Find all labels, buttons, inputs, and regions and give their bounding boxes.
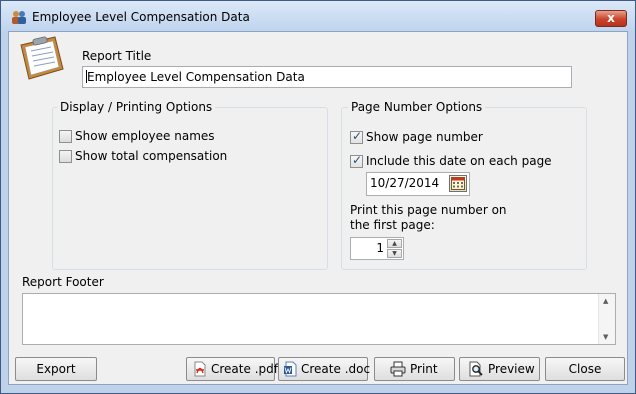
create-pdf-button[interactable]: Create .pdf — [186, 357, 278, 381]
footer-scrollbar[interactable]: ▲ ▼ — [598, 294, 615, 344]
spinner-value: 1 — [376, 241, 384, 255]
dialog-window: Employee Level Compensation Data x Repor… — [0, 0, 636, 394]
spinner-down-button[interactable]: ▼ — [387, 249, 402, 258]
show-total-compensation-checkbox[interactable]: Show total compensation — [59, 149, 259, 164]
window-title: Employee Level Compensation Data — [32, 10, 250, 24]
word-doc-icon — [284, 361, 297, 377]
people-icon — [12, 11, 26, 24]
calendar-button[interactable] — [449, 175, 467, 192]
display-options-title: Display / Printing Options — [57, 100, 216, 114]
preview-button[interactable]: Preview — [459, 357, 540, 381]
window-close-button[interactable]: x — [595, 10, 627, 27]
checkbox-box[interactable] — [59, 150, 72, 163]
scroll-up-arrow-icon[interactable]: ▲ — [603, 297, 608, 305]
create-doc-button[interactable]: Create .doc — [278, 357, 371, 381]
scroll-down-arrow-icon[interactable]: ▼ — [603, 333, 608, 341]
first-page-number-label: Print this page number on the first page… — [350, 203, 507, 232]
close-button[interactable]: Close — [545, 357, 625, 381]
checkbox-label: Show employee names — [75, 129, 215, 143]
show-employee-names-checkbox[interactable]: Show employee names — [59, 129, 259, 144]
report-title-input[interactable]: Employee Level Compensation Data — [82, 66, 572, 88]
print-label: Print — [410, 362, 438, 376]
checkbox-box[interactable] — [59, 130, 72, 143]
check-icon: ✓ — [352, 129, 363, 143]
report-title-label: Report Title — [82, 49, 152, 63]
checkbox-label: Show total compensation — [75, 149, 228, 163]
magnifier-page-icon — [469, 361, 483, 377]
checkbox-label: Include this date on each page — [366, 154, 552, 168]
calendar-icon — [451, 177, 465, 190]
report-footer-label: Report Footer — [22, 275, 104, 289]
title-bar[interactable]: Employee Level Compensation Data x — [1, 1, 635, 31]
report-footer-textarea[interactable]: ▲ ▼ — [22, 293, 616, 345]
printer-icon — [390, 361, 406, 377]
checkbox-label: Show page number — [366, 130, 483, 144]
date-value: 10/27/2014 — [370, 176, 440, 190]
display-printing-options-group: Display / Printing Options Show employee… — [52, 100, 328, 270]
show-page-number-checkbox[interactable]: ✓ Show page number — [350, 129, 550, 145]
checkbox-box[interactable]: ✓ — [350, 129, 363, 144]
preview-label: Preview — [488, 362, 535, 376]
clipboard-icon — [20, 36, 64, 80]
pdf-icon — [194, 361, 206, 377]
create-doc-label: Create .doc — [301, 362, 371, 376]
include-date-checkbox[interactable]: ✓ Include this date on each page — [350, 153, 580, 169]
export-button[interactable]: Export — [15, 357, 97, 381]
spinner-up-button[interactable]: ▲ — [387, 239, 402, 248]
create-pdf-label: Create .pdf — [211, 362, 278, 376]
dialog-body: Report Title Employee Level Compensation… — [8, 31, 628, 385]
page-number-options-group: Page Number Options ✓ Show page number ✓… — [341, 100, 587, 270]
check-icon: ✓ — [352, 153, 363, 167]
print-button[interactable]: Print — [374, 357, 455, 381]
page-number-options-title: Page Number Options — [348, 100, 486, 114]
first-page-number-spinner[interactable]: 1 ▲ ▼ — [350, 237, 404, 260]
report-title-value: Employee Level Compensation Data — [87, 70, 305, 84]
checkbox-box[interactable]: ✓ — [350, 153, 363, 168]
date-picker-field[interactable]: 10/27/2014 — [366, 172, 470, 196]
